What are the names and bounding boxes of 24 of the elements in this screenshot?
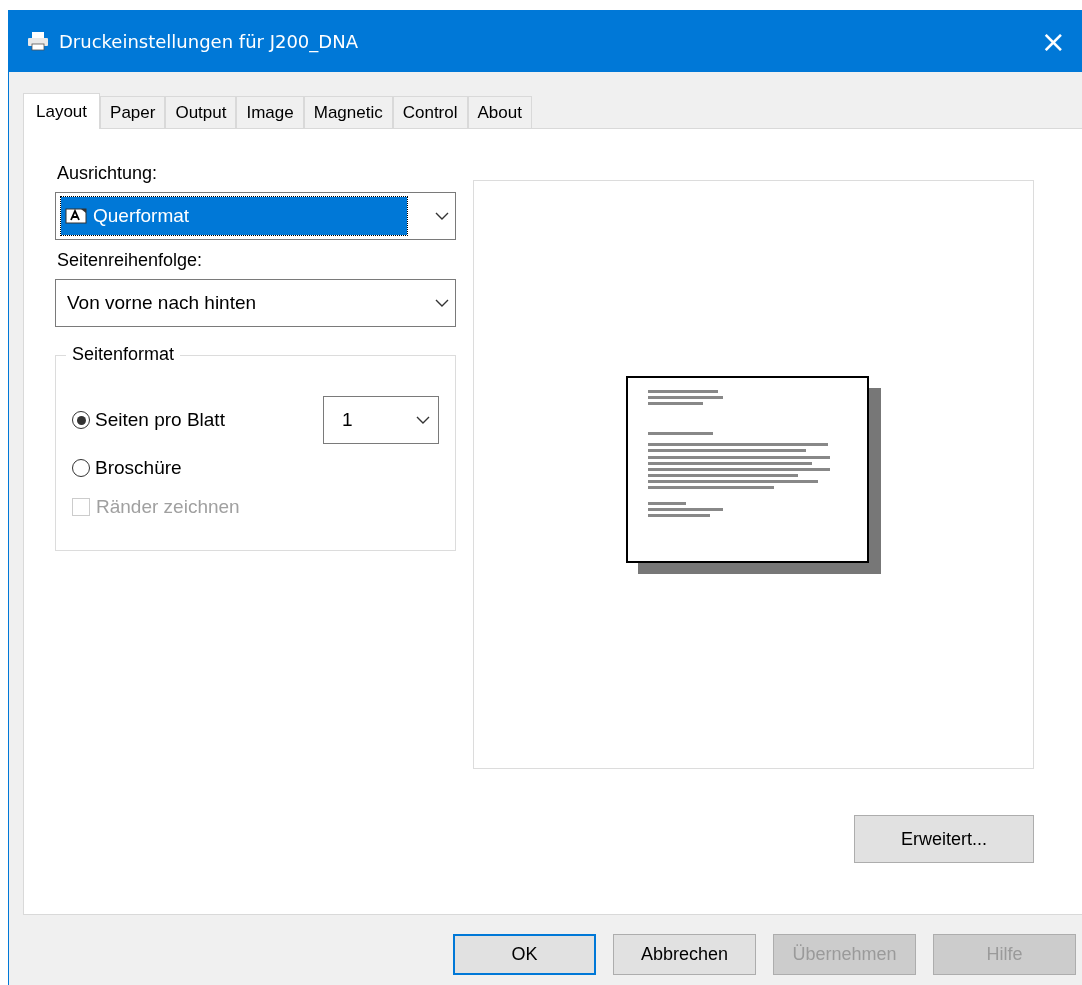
chevron-down-icon: [435, 211, 449, 221]
window-title: Druckeinstellungen für J200_DNA: [59, 30, 359, 52]
field-label: Seitenreihenfolge:: [57, 250, 204, 271]
tab[interactable]: Layout: [23, 93, 101, 129]
radio-button[interactable]: Seiten pro Blatt: [72, 409, 323, 431]
tab[interactable]: Output: [165, 96, 237, 128]
printer-icon: [27, 31, 49, 51]
radio-button[interactable]: Broschüre: [72, 457, 455, 479]
chevron-down-icon: [416, 415, 430, 425]
landscape-page-icon: [65, 207, 87, 225]
close-button[interactable]: ×: [1034, 23, 1072, 59]
advanced-button[interactable]: Erweitert...: [854, 815, 1034, 863]
tab[interactable]: About: [467, 96, 532, 128]
pages-per-sheet-dropdown[interactable]: 1: [323, 396, 439, 444]
tab[interactable]: Paper: [100, 96, 166, 128]
dialog-button[interactable]: Abbrechen: [613, 934, 756, 975]
field-label: Ausrichtung:: [57, 163, 159, 184]
tab[interactable]: Control: [392, 96, 468, 128]
dialog-button[interactable]: OK: [453, 934, 596, 975]
tab[interactable]: Image: [236, 96, 304, 128]
orientation-dropdown[interactable]: Querformat: [55, 192, 456, 240]
chevron-down-icon: [435, 298, 449, 308]
tab[interactable]: Magnetic: [303, 96, 393, 128]
page-order-dropdown[interactable]: Von vorne nach hinten: [55, 279, 456, 327]
